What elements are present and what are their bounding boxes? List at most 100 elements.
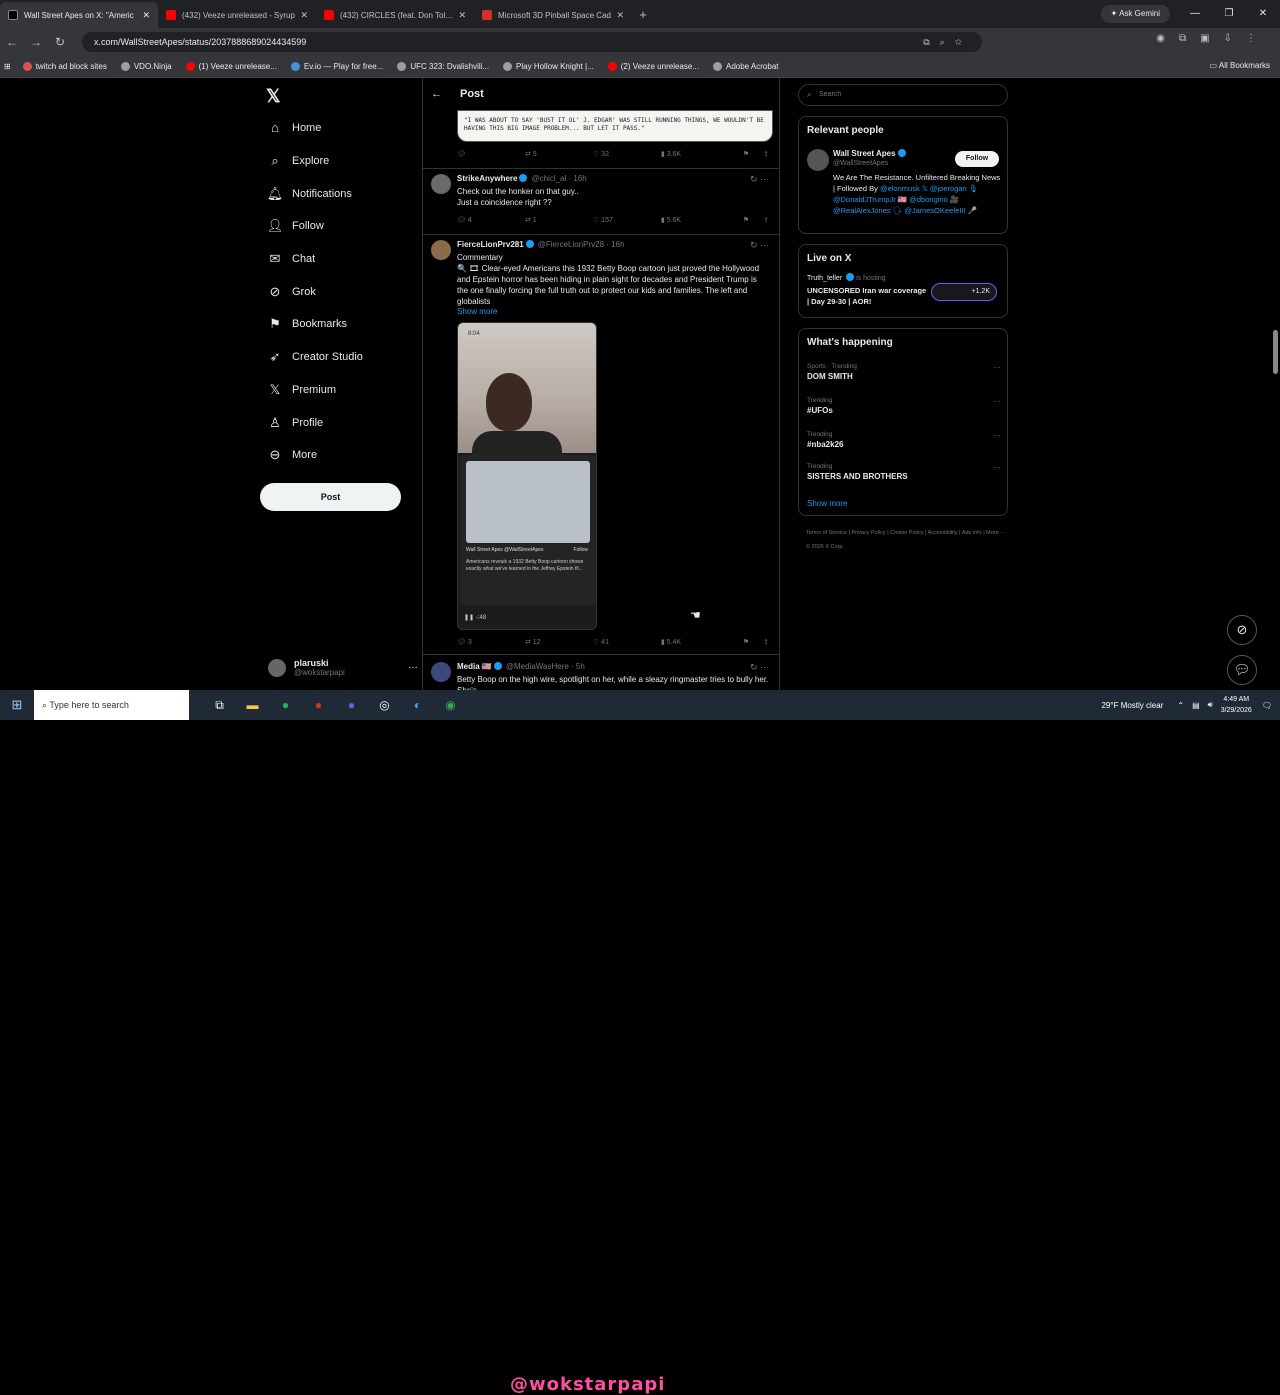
listener-count-badge[interactable]: +1.2K: [931, 283, 997, 301]
share-icon[interactable]: ⇪: [763, 638, 769, 646]
reply-tweet[interactable]: Media 🇺🇸 @MediaWasHere · 5h ↻ ··· Betty B…: [423, 662, 779, 690]
back-icon[interactable]: ←: [0, 35, 24, 49]
weather-widget[interactable]: 29°F Mostly clear: [1101, 701, 1163, 710]
show-more-link[interactable]: Show more: [457, 307, 497, 316]
nav-item-profile[interactable]: ♙ Profile: [266, 415, 323, 431]
discord-icon[interactable]: ●: [335, 698, 368, 713]
nav-item-home[interactable]: ⌂ Home: [266, 120, 321, 135]
network-icon[interactable]: ▤: [1192, 701, 1200, 710]
bookmark-item[interactable]: UFC 323: Dvalishvili...: [397, 62, 489, 71]
tweet-handle[interactable]: @MediaWasHere · 5h: [506, 662, 585, 671]
footer-links[interactable]: Terms of Service | Privacy Policy | Cook…: [806, 526, 1006, 554]
taskbar-search-input[interactable]: ⌕ Type here to search: [34, 690, 189, 720]
bookmark-item[interactable]: (1) Veeze unrelease...: [185, 62, 277, 71]
bookmark-icon[interactable]: ⚑: [743, 216, 749, 224]
share-icon[interactable]: ⇪: [763, 216, 769, 224]
scrollbar-thumb[interactable]: [1273, 330, 1278, 374]
follow-button[interactable]: Follow: [955, 151, 999, 167]
nav-item-creator-studio[interactable]: ➶ Creator Studio: [266, 349, 363, 365]
show-more-link[interactable]: Show more: [807, 499, 847, 508]
bookmark-item[interactable]: twitch ad block sites: [22, 62, 107, 71]
maximize-icon[interactable]: ❐: [1212, 0, 1246, 28]
app-icon[interactable]: ◐: [401, 698, 434, 713]
obs-icon[interactable]: ◎: [368, 698, 401, 713]
file-explorer-icon[interactable]: ▬: [236, 698, 269, 713]
close-tab-icon[interactable]: ✕: [616, 10, 624, 21]
nav-item-grok[interactable]: ⊘ Grok: [266, 284, 316, 300]
nav-item-notifications[interactable]: 🔔︎ Notifications: [266, 186, 352, 202]
like-icon[interactable]: ♡ 41: [593, 638, 661, 646]
nav-item-premium[interactable]: 𝕏 Premium: [266, 382, 336, 398]
grok-float-icon[interactable]: ⊘: [1227, 615, 1257, 645]
browser-tab[interactable]: (432) Veeze unreleased - Syrup ✕: [158, 2, 316, 28]
views-icon[interactable]: ▮ 3.6K: [661, 150, 729, 158]
repost-icon[interactable]: ⇄ 1: [525, 216, 593, 224]
back-arrow-icon[interactable]: ←: [431, 88, 442, 100]
apps-grid-icon[interactable]: ⊞: [4, 62, 11, 71]
more-dots-icon[interactable]: ···: [993, 431, 1001, 440]
nav-item-chat[interactable]: ✉ Chat: [266, 251, 316, 267]
bookmark-item[interactable]: Ev.io — Play for free...: [290, 62, 383, 71]
notifications-icon[interactable]: 🗨︎: [1262, 701, 1272, 710]
close-window-icon[interactable]: ✕: [1246, 0, 1280, 28]
all-bookmarks-button[interactable]: ▭ All Bookmarks: [1210, 61, 1270, 70]
avatar[interactable]: [807, 149, 829, 171]
extension-icons[interactable]: ◉⧉▣⇩⋮: [1156, 33, 1270, 44]
reply-icon[interactable]: 💬︎ 3: [457, 638, 525, 646]
views-icon[interactable]: ▮ 5.4K: [661, 638, 729, 646]
post-button[interactable]: Post: [260, 483, 401, 511]
more-dots-icon[interactable]: ↻ ···: [750, 662, 769, 673]
tweet-author[interactable]: StrikeAnywhere: [457, 174, 517, 183]
comic-image[interactable]: "I WAS ABOUT TO SAY 'BUST IT OL' J. EDGA…: [457, 110, 773, 142]
live-host[interactable]: Truth_teller is hosting: [807, 273, 886, 282]
browser-tab[interactable]: Microsoft 3D Pinball Space Cad ✕: [474, 2, 632, 28]
tweet-author[interactable]: Media 🇺🇸: [457, 662, 492, 671]
bookmark-item[interactable]: (2) Veeze unrelease...: [607, 62, 699, 71]
more-dots-icon[interactable]: ···: [993, 397, 1001, 406]
close-tab-icon[interactable]: ✕: [300, 10, 308, 21]
omnibox-icons[interactable]: ⧉⌕☆: [923, 32, 972, 52]
new-tab-button[interactable]: +: [632, 2, 654, 28]
person-name[interactable]: Wall Street Apes: [833, 149, 906, 158]
repost-icon[interactable]: ⇄ 12: [525, 638, 593, 646]
chrome-icon[interactable]: ◉: [434, 698, 467, 713]
forward-icon[interactable]: →: [24, 35, 48, 49]
close-tab-icon[interactable]: ✕: [458, 10, 466, 21]
more-dots-icon[interactable]: ···: [408, 662, 418, 673]
person-handle[interactable]: @WallStreetApes: [833, 160, 888, 167]
url-input[interactable]: x.com/WallStreetApes/status/203788868902…: [82, 32, 982, 52]
ask-gemini-button[interactable]: ✦ Ask Gemini: [1100, 5, 1170, 23]
tweet-handle[interactable]: @chicl_al · 16h: [531, 174, 586, 183]
minimize-icon[interactable]: —: [1178, 0, 1212, 28]
spotify-icon[interactable]: ●: [269, 698, 302, 713]
like-icon[interactable]: ♡ 32: [593, 150, 661, 158]
trend-item[interactable]: Sports · Trending DOM SMITH ···: [807, 363, 1001, 381]
views-icon[interactable]: ▮ 5.6K: [661, 216, 729, 224]
more-dots-icon[interactable]: ···: [993, 363, 1001, 372]
scrollbar[interactable]: [1273, 178, 1278, 690]
bookmark-item[interactable]: VDO.Ninja: [120, 62, 172, 71]
tweet-handle[interactable]: @FierceLionPrv28 · 16h: [538, 240, 625, 249]
trend-item[interactable]: Trending SISTERS AND BROTHERS ···: [807, 463, 1001, 481]
chat-float-icon[interactable]: 💬︎: [1227, 655, 1257, 685]
share-icon[interactable]: ⇪: [763, 150, 769, 158]
reply-icon[interactable]: 💬︎: [457, 150, 525, 158]
app-icon[interactable]: ●: [302, 698, 335, 713]
taskbar-clock[interactable]: 4:49 AM 3/29/2026: [1221, 694, 1252, 716]
volume-icon[interactable]: 🔊︎: [1208, 700, 1213, 710]
x-logo-icon[interactable]: 𝕏: [266, 86, 281, 107]
bookmark-icon[interactable]: ⚑: [743, 638, 749, 646]
browser-tab[interactable]: (432) CIRCLES (feat. Don Toliver ✕: [316, 2, 474, 28]
video-controls[interactable]: ❚❚ -:48: [464, 614, 486, 621]
bookmark-item[interactable]: Play Hollow Knight |...: [503, 62, 594, 71]
windows-start-icon[interactable]: ⊞: [0, 697, 34, 713]
reload-icon[interactable]: ↻: [48, 35, 72, 49]
live-title[interactable]: UNCENSORED Iran war coverage | Day 29-30…: [807, 285, 929, 307]
reply-tweet[interactable]: StrikeAnywhere @chicl_al · 16h ↻ ··· Chec…: [423, 174, 779, 234]
nav-item-bookmarks[interactable]: ⚑ Bookmarks: [266, 316, 347, 332]
bookmark-icon[interactable]: ⚑: [743, 150, 749, 158]
more-dots-icon[interactable]: ↻ ···: [750, 240, 769, 251]
like-icon[interactable]: ♡ 157: [593, 216, 661, 224]
nav-item-follow[interactable]: 👤︎ Follow: [266, 218, 324, 234]
more-dots-icon[interactable]: ↻ ···: [750, 174, 769, 185]
